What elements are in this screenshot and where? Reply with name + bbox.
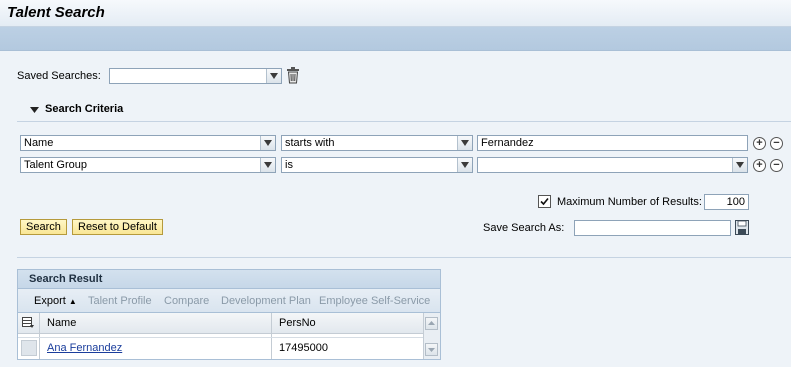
result-persno: 17495000 bbox=[279, 342, 328, 354]
header-band bbox=[0, 27, 791, 51]
table-settings-icon[interactable] bbox=[22, 317, 35, 332]
trash-icon[interactable] bbox=[286, 67, 300, 84]
save-search-label: Save Search As: bbox=[483, 222, 565, 234]
save-disk-icon[interactable] bbox=[735, 220, 749, 235]
search-button[interactable]: Search bbox=[20, 219, 67, 235]
row-divider bbox=[18, 337, 423, 338]
remove-criteria-icon[interactable]: − bbox=[770, 137, 783, 150]
criteria-operator-dropdown[interactable]: starts with bbox=[281, 135, 473, 151]
result-table: Name PersNo Ana Fernandez 17495000 bbox=[17, 312, 441, 360]
result-name-link[interactable]: Ana Fernandez bbox=[47, 342, 122, 354]
saved-searches-dropdown[interactable] bbox=[109, 68, 282, 84]
vertical-scrollbar[interactable] bbox=[423, 313, 440, 359]
add-criteria-icon[interactable]: + bbox=[753, 159, 766, 172]
scroll-up-icon[interactable] bbox=[425, 317, 438, 330]
search-result-header: Search Result bbox=[17, 269, 441, 289]
export-label: Export bbox=[34, 295, 66, 307]
caret-up-icon: ▲ bbox=[68, 297, 77, 306]
save-search-input[interactable] bbox=[574, 220, 731, 236]
criteria-operator-dropdown[interactable]: is bbox=[281, 157, 473, 173]
criteria-field-dropdown[interactable]: Talent Group bbox=[20, 157, 276, 173]
search-result-title: Search Result bbox=[29, 273, 103, 285]
employee-self-service-button[interactable]: Employee Self-Service bbox=[319, 295, 430, 307]
development-plan-button[interactable]: Development Plan bbox=[221, 295, 311, 307]
chevron-down-icon[interactable] bbox=[457, 136, 472, 150]
add-criteria-icon[interactable]: + bbox=[753, 137, 766, 150]
reset-to-default-button[interactable]: Reset to Default bbox=[72, 219, 163, 235]
criteria-field-value: Talent Group bbox=[24, 159, 87, 171]
criteria-value-dropdown[interactable] bbox=[477, 157, 748, 173]
column-header-persno[interactable]: PersNo bbox=[279, 317, 316, 329]
result-toolbar: Export ▲ Talent Profile Compare Developm… bbox=[17, 289, 441, 312]
criteria-field-dropdown[interactable]: Name bbox=[20, 135, 276, 151]
max-results-label: Maximum Number of Results: bbox=[557, 196, 702, 208]
max-results-value: 100 bbox=[726, 196, 745, 208]
saved-searches-label: Saved Searches: bbox=[17, 70, 101, 82]
chevron-down-icon[interactable] bbox=[260, 136, 275, 150]
max-results-input[interactable]: 100 bbox=[704, 194, 749, 210]
search-criteria-heading[interactable]: Search Criteria bbox=[45, 103, 123, 115]
compare-button[interactable]: Compare bbox=[164, 295, 209, 307]
remove-criteria-icon[interactable]: − bbox=[770, 159, 783, 172]
divider bbox=[17, 121, 791, 122]
chevron-down-icon[interactable] bbox=[732, 158, 747, 172]
title-bar bbox=[0, 0, 791, 27]
chevron-down-icon[interactable] bbox=[457, 158, 472, 172]
criteria-value-text: Fernandez bbox=[481, 137, 534, 149]
criteria-value-input[interactable]: Fernandez bbox=[477, 135, 748, 151]
chevron-down-icon[interactable] bbox=[260, 158, 275, 172]
page-title: Talent Search bbox=[7, 4, 105, 21]
criteria-operator-value: starts with bbox=[285, 137, 335, 149]
talent-profile-button[interactable]: Talent Profile bbox=[88, 295, 152, 307]
criteria-operator-value: is bbox=[285, 159, 293, 171]
max-results-checkbox[interactable] bbox=[538, 195, 551, 208]
export-menu-button[interactable]: Export ▲ bbox=[34, 295, 77, 307]
divider bbox=[17, 257, 791, 258]
collapse-triangle-icon[interactable] bbox=[30, 105, 39, 117]
scroll-down-icon[interactable] bbox=[425, 343, 438, 356]
column-header-name[interactable]: Name bbox=[47, 317, 76, 329]
chevron-down-icon[interactable] bbox=[266, 69, 281, 83]
criteria-field-value: Name bbox=[24, 137, 54, 149]
row-selector[interactable] bbox=[21, 340, 37, 356]
